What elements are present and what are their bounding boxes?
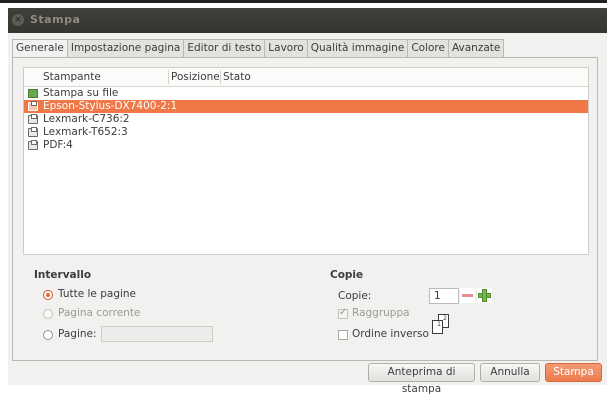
printer-row-stampa-su-file[interactable]: Stampa su file <box>24 87 588 100</box>
title-bar[interactable]: × Stampa <box>8 8 607 33</box>
pages-input[interactable] <box>101 326 213 342</box>
printer-row-lexmark-t652[interactable]: Lexmark-T652:3 <box>24 126 588 139</box>
range-section-title: Intervallo <box>34 269 92 281</box>
tab-generale[interactable]: Generale <box>12 39 68 59</box>
decrease-copies-button[interactable] <box>460 288 475 303</box>
reverse-order-checkbox[interactable] <box>338 330 348 340</box>
printer-name: PDF:4 <box>43 139 73 151</box>
all-pages-label[interactable]: Tutte le pagine <box>58 288 136 300</box>
tab-lavoro[interactable]: Lavoro <box>265 39 308 58</box>
printer-icon <box>28 114 38 124</box>
tab-editor-di-testo[interactable]: Editor di testo <box>184 39 266 58</box>
reverse-order-label[interactable]: Ordine inverso <box>352 328 429 340</box>
printer-name: Lexmark-T652:3 <box>43 126 128 138</box>
window-title: Stampa <box>30 13 81 26</box>
printer-name: Lexmark-C736:2 <box>43 113 130 125</box>
tab-colore[interactable]: Colore <box>408 39 449 58</box>
column-header-stato[interactable]: Stato <box>223 68 251 86</box>
collate-pages-icon: 2 1 <box>432 314 449 334</box>
printer-icon <box>28 140 38 150</box>
tab-avanzate[interactable]: Avanzate <box>448 39 505 58</box>
close-icon[interactable]: × <box>12 14 24 26</box>
radio-all-pages[interactable] <box>43 290 53 300</box>
column-divider <box>168 70 169 84</box>
radio-pages[interactable] <box>43 330 53 340</box>
column-header-stampante[interactable]: Stampante <box>43 68 101 86</box>
printer-name: Stampa su file <box>43 87 119 99</box>
increase-copies-button[interactable] <box>477 288 492 303</box>
copies-label: Copie: <box>338 290 372 302</box>
current-page-label: Pagina corrente <box>58 307 141 319</box>
print-preview-button[interactable]: Anteprima di stampa <box>368 363 475 395</box>
top-strip <box>0 0 607 8</box>
printer-row-epson[interactable]: Epson-Stylus-DX7400-2:1 <box>24 100 588 113</box>
collate-checkbox[interactable] <box>338 307 348 319</box>
tab-qualita-immagine[interactable]: Qualità immagine <box>307 39 409 58</box>
page-1-icon: 1 <box>432 320 443 334</box>
printer-icon <box>28 101 38 111</box>
copies-section-title: Copie <box>330 269 364 281</box>
printer-row-lexmark-c736[interactable]: Lexmark-C736:2 <box>24 113 588 126</box>
printer-name: Epson-Stylus-DX7400-2:1 <box>43 100 178 112</box>
tab-bar: Generale Impostazione pagina Editor di t… <box>12 39 505 59</box>
printer-icon <box>28 127 38 137</box>
cancel-button[interactable]: Annulla <box>480 363 540 382</box>
screen-edge <box>0 0 607 3</box>
pages-label[interactable]: Pagine: <box>58 328 97 340</box>
printer-row-pdf[interactable]: PDF:4 <box>24 139 588 152</box>
column-divider <box>220 70 221 84</box>
column-header-posizione[interactable]: Posizione <box>171 68 220 86</box>
file-icon <box>28 89 38 98</box>
printer-list[interactable]: Stampante Posizione Stato Stampa su file… <box>23 67 589 255</box>
radio-current-page[interactable] <box>43 309 53 319</box>
tab-impostazione-pagina[interactable]: Impostazione pagina <box>67 39 185 58</box>
printer-list-header: Stampante Posizione Stato <box>24 68 588 87</box>
print-button[interactable]: Stampa <box>545 363 602 382</box>
copies-input[interactable]: 1 <box>429 288 459 304</box>
collate-label: Raggruppa <box>352 307 410 319</box>
